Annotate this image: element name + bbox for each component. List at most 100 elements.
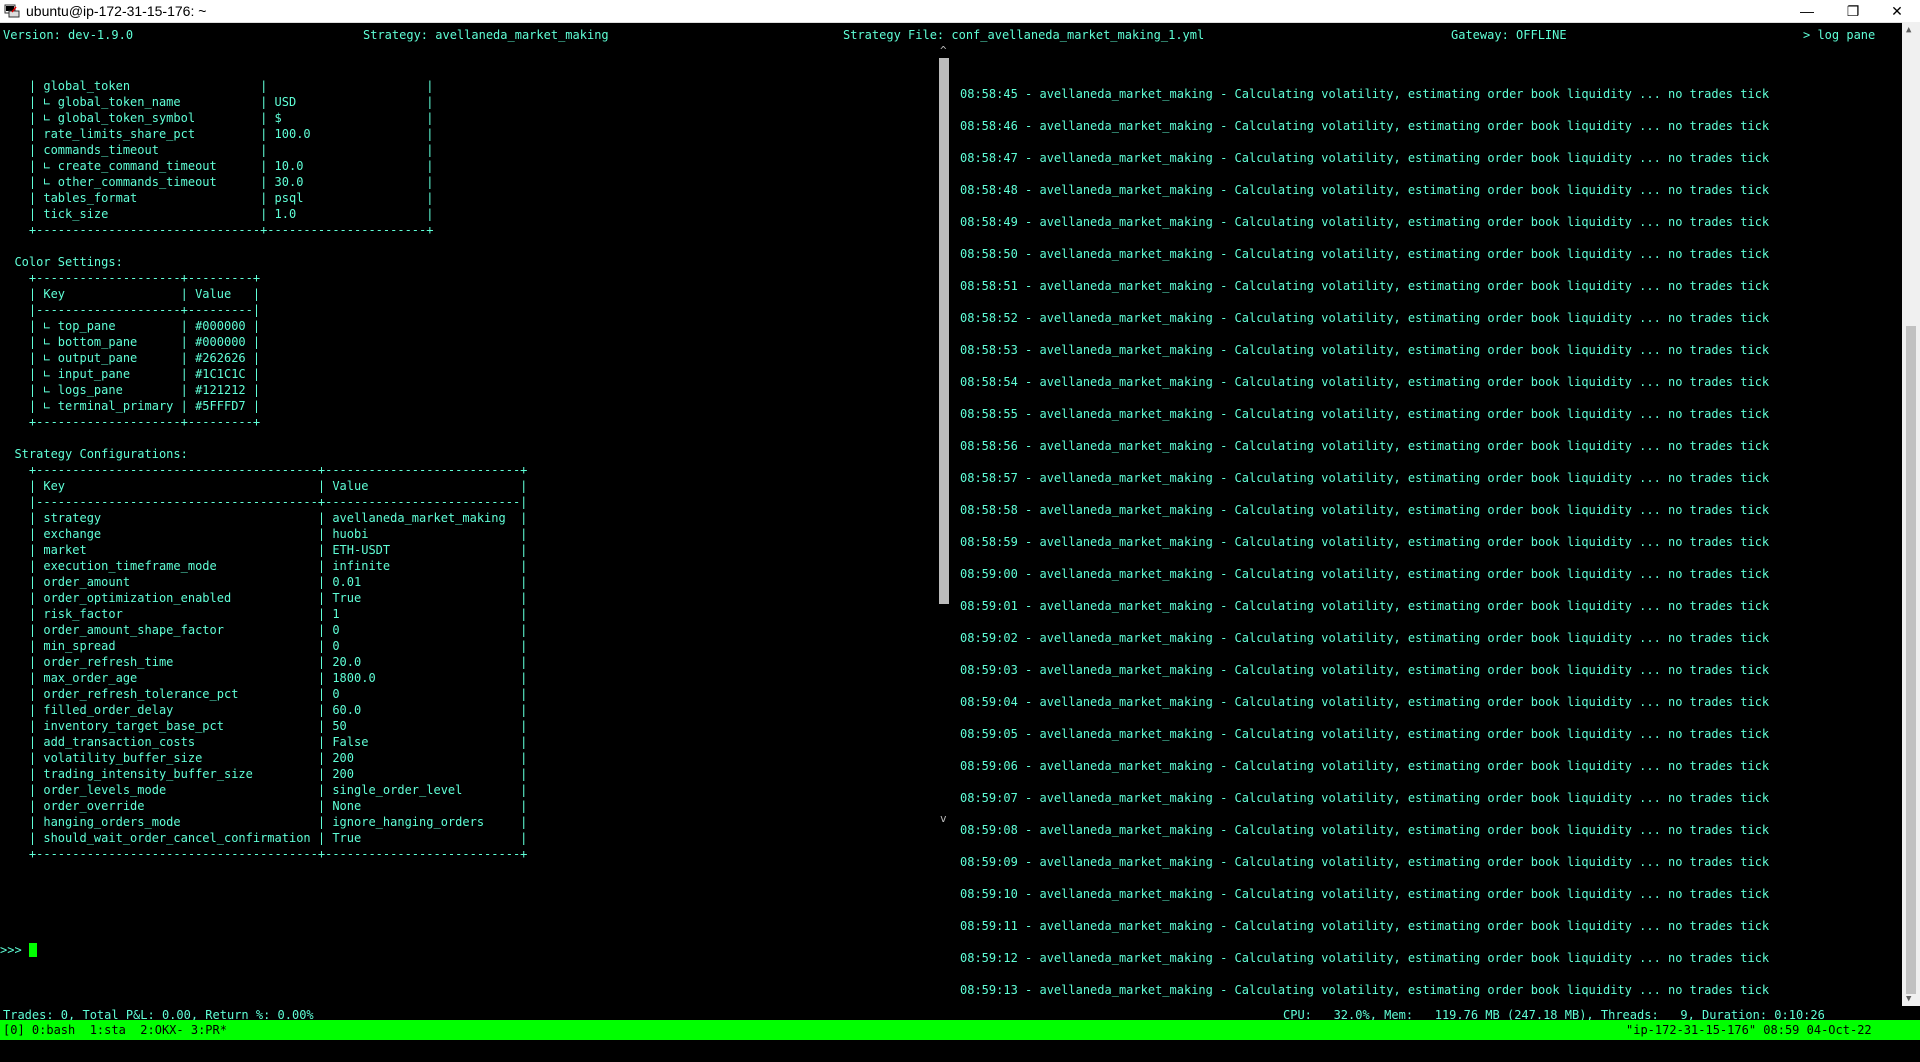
log-timestamp: 08:59:10 xyxy=(960,887,1018,901)
log-timestamp: 08:58:46 xyxy=(960,119,1018,133)
output-line: | ∟ output_pane | #262626 | xyxy=(0,351,261,365)
window-title: ubuntu@ip-172-31-15-176: ~ xyxy=(26,3,207,19)
log-entry: 08:58:53 - avellaneda_market_making - Ca… xyxy=(960,330,1890,362)
log-entry: 08:59:01 - avellaneda_market_making - Ca… xyxy=(960,586,1890,618)
config-output: | global_token | | | ∟ global_token_name… xyxy=(0,78,935,862)
output-line: | Key | Value | xyxy=(0,287,261,301)
output-line: | max_order_age | 1800.0 | xyxy=(0,671,528,685)
log-timestamp: 08:58:47 xyxy=(960,151,1018,165)
log-entry: 08:59:11 - avellaneda_market_making - Ca… xyxy=(960,906,1890,938)
output-line: | ∟ global_token_symbol | $ | xyxy=(0,111,434,125)
log-message: - avellaneda_market_making - Calculating… xyxy=(1017,791,1770,805)
log-scrollbar[interactable] xyxy=(939,58,949,604)
input-cursor[interactable] xyxy=(28,943,37,957)
log-entry: 08:58:57 - avellaneda_market_making - Ca… xyxy=(960,458,1890,490)
restore-button[interactable]: ❐ xyxy=(1830,0,1876,22)
minimize-button[interactable]: — xyxy=(1784,0,1830,22)
log-entry: 08:58:51 - avellaneda_market_making - Ca… xyxy=(960,266,1890,298)
output-line: | hanging_orders_mode | ignore_hanging_o… xyxy=(0,815,528,829)
log-timestamp: 08:59:01 xyxy=(960,599,1018,613)
log-message: - avellaneda_market_making - Calculating… xyxy=(1017,215,1770,229)
log-message: - avellaneda_market_making - Calculating… xyxy=(1017,823,1770,837)
log-entry: 08:58:55 - avellaneda_market_making - Ca… xyxy=(960,394,1890,426)
log-entry: 08:58:46 - avellaneda_market_making - Ca… xyxy=(960,106,1890,138)
log-message: - avellaneda_market_making - Calculating… xyxy=(1017,855,1770,869)
output-line: | ∟ bottom_pane | #000000 | xyxy=(0,335,261,349)
output-line: | tick_size | 1.0 | xyxy=(0,207,434,221)
output-line: | min_spread | 0 | xyxy=(0,639,528,653)
log-entry: 08:59:09 - avellaneda_market_making - Ca… xyxy=(960,842,1890,874)
log-message: - avellaneda_market_making - Calculating… xyxy=(1017,983,1770,997)
log-message: - avellaneda_market_making - Calculating… xyxy=(1017,375,1770,389)
output-line: | order_amount | 0.01 | xyxy=(0,575,528,589)
output-line: | ∟ terminal_primary | #5FFFD7 | xyxy=(0,399,261,413)
log-timestamp: 08:59:04 xyxy=(960,695,1018,709)
log-entry: 08:58:58 - avellaneda_market_making - Ca… xyxy=(960,490,1890,522)
log-entry: 08:59:02 - avellaneda_market_making - Ca… xyxy=(960,618,1890,650)
output-line: |---------------------------------------… xyxy=(0,495,528,509)
log-timestamp: 08:58:45 xyxy=(960,87,1018,101)
output-line: | ∟ other_commands_timeout | 30.0 | xyxy=(0,175,434,189)
log-message: - avellaneda_market_making - Calculating… xyxy=(1017,119,1770,133)
log-timestamp: 08:58:55 xyxy=(960,407,1018,421)
log-timestamp: 08:59:02 xyxy=(960,631,1018,645)
log-message: - avellaneda_market_making - Calculating… xyxy=(1017,471,1770,485)
output-line: | order_override | None | xyxy=(0,799,528,813)
log-timestamp: 08:59:08 xyxy=(960,823,1018,837)
output-line: Color Settings: xyxy=(0,255,123,269)
log-timestamp: 08:58:49 xyxy=(960,215,1018,229)
log-message: - avellaneda_market_making - Calculating… xyxy=(1017,663,1770,677)
output-line: | inventory_target_base_pct | 50 | xyxy=(0,719,528,733)
output-line: | exchange | huobi | xyxy=(0,527,528,541)
log-timestamp: 08:59:06 xyxy=(960,759,1018,773)
log-message: - avellaneda_market_making - Calculating… xyxy=(1017,631,1770,645)
strategy-file-label: Strategy File: conf_avellaneda_market_ma… xyxy=(843,28,1205,42)
log-timestamp: 08:58:48 xyxy=(960,183,1018,197)
version-label: Version: dev-1.9.0 xyxy=(3,28,134,42)
log-entry: 08:58:45 - avellaneda_market_making - Ca… xyxy=(960,74,1890,106)
log-entry: 08:59:13 - avellaneda_market_making - Ca… xyxy=(960,970,1890,1002)
log-message: - avellaneda_market_making - Calculating… xyxy=(1017,279,1770,293)
log-timestamp: 08:59:11 xyxy=(960,919,1018,933)
output-line: | order_refresh_tolerance_pct | 0 | xyxy=(0,687,528,701)
log-timestamp: 08:58:57 xyxy=(960,471,1018,485)
window-scrollbar[interactable]: ▲ ▼ xyxy=(1902,22,1920,1006)
log-timestamp: 08:58:52 xyxy=(960,311,1018,325)
log-message: - avellaneda_market_making - Calculating… xyxy=(1017,407,1770,421)
tmux-window-list[interactable]: [0] 0:bash 1:sta 2:OKX- 3:PR* xyxy=(3,1023,227,1037)
log-timestamp: 08:58:54 xyxy=(960,375,1018,389)
command-prompt[interactable]: >>> xyxy=(0,942,935,958)
output-line: +---------------------------------------… xyxy=(0,463,528,477)
window-scrollbar-thumb[interactable] xyxy=(1906,326,1916,994)
log-entry: 08:59:06 - avellaneda_market_making - Ca… xyxy=(960,746,1890,778)
log-timestamp: 08:59:09 xyxy=(960,855,1018,869)
log-scroll-down-icon[interactable]: v xyxy=(940,812,947,825)
log-message: - avellaneda_market_making - Calculating… xyxy=(1017,183,1770,197)
scroll-up-arrow-icon[interactable]: ▲ xyxy=(1906,25,1911,35)
output-line: | should_wait_order_cancel_confirmation … xyxy=(0,831,528,845)
log-pane-toggle[interactable]: > log pane xyxy=(1803,28,1875,42)
log-entry: 08:59:07 - avellaneda_market_making - Ca… xyxy=(960,778,1890,810)
log-entry: 08:59:05 - avellaneda_market_making - Ca… xyxy=(960,714,1890,746)
log-message: - avellaneda_market_making - Calculating… xyxy=(1017,311,1770,325)
window-titlebar: ubuntu@ip-172-31-15-176: ~ — ❐ ✕ xyxy=(0,0,1920,23)
log-entry: 08:58:48 - avellaneda_market_making - Ca… xyxy=(960,170,1890,202)
output-line: | risk_factor | 1 | xyxy=(0,607,528,621)
log-timestamp: 08:59:03 xyxy=(960,663,1018,677)
log-entry: 08:58:56 - avellaneda_market_making - Ca… xyxy=(960,426,1890,458)
scroll-down-arrow-icon[interactable]: ▼ xyxy=(1906,994,1911,1004)
output-line: | trading_intensity_buffer_size | 200 | xyxy=(0,767,528,781)
output-line: | add_transaction_costs | False | xyxy=(0,735,528,749)
log-message: - avellaneda_market_making - Calculating… xyxy=(1017,535,1770,549)
output-line: +--------------------+---------+ xyxy=(0,271,261,285)
log-scroll-up-icon[interactable]: ^ xyxy=(940,44,947,57)
log-message: - avellaneda_market_making - Calculating… xyxy=(1017,759,1770,773)
output-line: | rate_limits_share_pct | 100.0 | xyxy=(0,127,434,141)
log-message: - avellaneda_market_making - Calculating… xyxy=(1017,151,1770,165)
log-entry: 08:58:47 - avellaneda_market_making - Ca… xyxy=(960,138,1890,170)
hummingbot-header: Version: dev-1.9.0 Strategy: avellaneda_… xyxy=(0,22,1920,46)
log-timestamp: 08:58:50 xyxy=(960,247,1018,261)
close-button[interactable]: ✕ xyxy=(1874,0,1920,22)
log-message: - avellaneda_market_making - Calculating… xyxy=(1017,503,1770,517)
